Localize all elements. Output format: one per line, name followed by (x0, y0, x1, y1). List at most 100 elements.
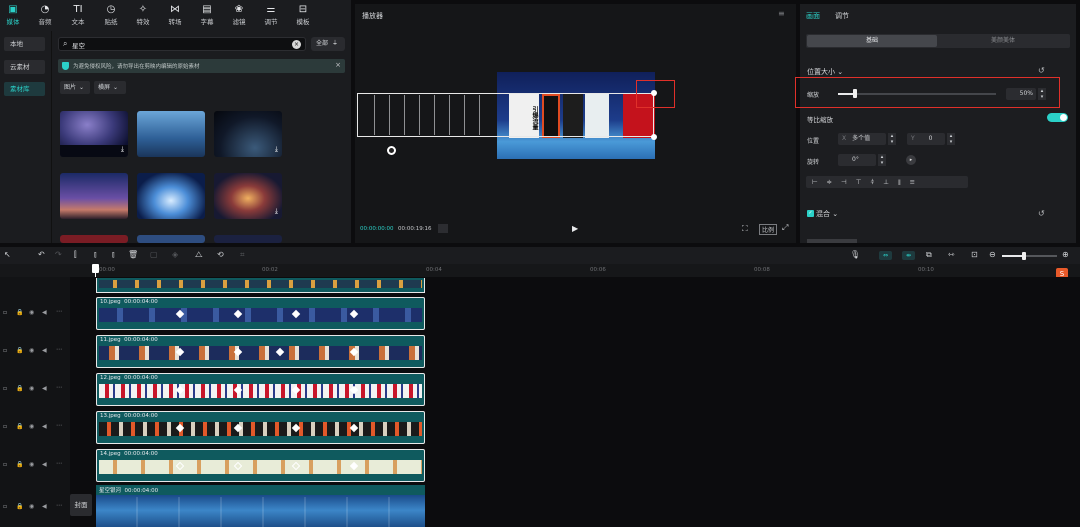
sidebar-item-cloud[interactable]: 云素材 (4, 60, 45, 74)
split-right-icon[interactable]: ⫾ (112, 250, 115, 260)
scale-stepper[interactable]: ▴ ▾ (1038, 88, 1046, 100)
timeline-clip[interactable]: 12.jpeg 00:00:04:00 (96, 373, 425, 406)
track-toggle-icon[interactable]: ▫ (3, 309, 7, 316)
cover-button[interactable]: 封面 (70, 494, 92, 516)
player-menu-icon[interactable]: ≡ (778, 9, 785, 18)
eye-icon[interactable]: ◉ (29, 385, 34, 392)
more-icon[interactable]: ⋯ (56, 422, 62, 429)
subtab-beauty[interactable]: 美颜美体 (938, 35, 1068, 47)
scale-slider-thumb[interactable] (853, 89, 857, 98)
filter-button[interactable]: 全部 ⏚ (311, 37, 345, 51)
lock-icon[interactable]: 🔒 (16, 385, 23, 392)
media-thumbnail[interactable] (214, 235, 282, 243)
blend-checkbox[interactable]: ✓ (807, 210, 814, 217)
crop-icon[interactable]: ⌗ (240, 250, 245, 260)
align-left-icon[interactable]: ⊢ (812, 178, 827, 186)
rotate-stepper[interactable]: ▴ ▾ (878, 154, 886, 166)
tool-adjust[interactable]: ⚌ 调节 (260, 4, 282, 26)
volume-icon[interactable]: ◀ (42, 503, 47, 510)
tab-picture[interactable]: 画面 (806, 11, 820, 21)
more-icon[interactable]: ⋯ (56, 502, 62, 509)
redo-icon[interactable]: ↷ (55, 250, 62, 259)
volume-icon[interactable]: ◀ (42, 423, 47, 430)
record-mic-icon[interactable]: 🎙 (850, 250, 860, 259)
reset-icon[interactable]: ↺ (1038, 209, 1045, 218)
eye-icon[interactable]: ◉ (29, 503, 34, 510)
link-icon[interactable]: ⧉ (926, 250, 932, 260)
sidebar-item-local[interactable]: 本地 (4, 37, 45, 51)
tool-text[interactable]: TI 文本 (67, 4, 89, 26)
ratio-button[interactable]: 比例 (759, 224, 778, 235)
lock-icon[interactable]: 🔒 (16, 461, 23, 468)
track-toggle-icon[interactable]: ▫ (3, 385, 7, 392)
tool-effects[interactable]: ✧ 特效 (132, 4, 154, 26)
undo-icon[interactable]: ↶ (38, 250, 45, 259)
align-right-icon[interactable]: ⊣ (841, 178, 856, 186)
split-left-icon[interactable]: ⫾ (94, 250, 97, 260)
more-icon[interactable]: ⋯ (56, 460, 62, 467)
eye-icon[interactable]: ◉ (29, 309, 34, 316)
tool-audio[interactable]: ◔ 音频 (34, 4, 56, 26)
main-track-clip[interactable]: 星空银河 00:00:04:00 (96, 485, 425, 527)
download-icon[interactable]: ⤓ (121, 145, 124, 154)
tool-filter[interactable]: ❀ 滤镜 (228, 4, 250, 26)
media-thumbnail[interactable]: ⤓ (214, 173, 282, 219)
track-toggle-icon[interactable]: ▫ (3, 423, 7, 430)
position-y-stepper[interactable]: ▴ ▾ (947, 133, 955, 145)
rotate-icon[interactable]: ⟲ (217, 250, 224, 259)
track-toggle-icon[interactable]: ▫ (3, 461, 7, 468)
tool-template[interactable]: ⊟ 模板 (292, 4, 314, 26)
uniform-scale-toggle[interactable] (1047, 113, 1068, 122)
media-thumbnail[interactable]: ⤓ (60, 111, 128, 157)
clear-search-icon[interactable]: × (292, 40, 301, 49)
more-icon[interactable]: ⋯ (56, 346, 62, 353)
select-tool-icon[interactable]: ↖ (4, 250, 11, 259)
tool-transition[interactable]: ⋈ 转场 (164, 4, 186, 26)
volume-icon[interactable]: ◀ (42, 309, 47, 316)
download-icon[interactable]: ⤓ (275, 145, 278, 154)
fullscreen-preview-icon[interactable]: ⛶ (742, 224, 748, 234)
link-main-track-icon[interactable]: ⇔ (879, 251, 892, 260)
volume-icon[interactable]: ◀ (42, 347, 47, 354)
rotate-handle[interactable] (387, 146, 396, 155)
distribute-v-icon[interactable]: ≡ (910, 178, 924, 186)
align-bottom-icon[interactable]: ⊥ (883, 178, 898, 186)
preview-axis-icon[interactable]: ⇿ (948, 250, 955, 259)
orientation-select[interactable]: 横屏 ⌄ (94, 81, 126, 94)
sidebar-item-library[interactable]: 素材库 (4, 82, 45, 96)
position-x-input[interactable]: X 多个值 (838, 133, 886, 145)
expand-icon[interactable]: ⤢ (782, 223, 788, 233)
eye-icon[interactable]: ◉ (29, 461, 34, 468)
media-thumbnail[interactable] (60, 173, 128, 219)
magnet-icon[interactable]: ⇹ (902, 251, 915, 260)
timeline-clip[interactable]: 10.jpeg 00:00:04:00 (96, 297, 425, 330)
reverse-icon[interactable]: ◈ (172, 250, 178, 259)
type-select[interactable]: 图片 ⌄ (60, 81, 90, 94)
align-top-icon[interactable]: ⊤ (856, 178, 871, 186)
close-notice-icon[interactable]: × (335, 61, 341, 69)
align-center-h-icon[interactable]: ≑ (827, 178, 841, 186)
zoom-out-icon[interactable]: ⊖ (989, 250, 996, 259)
reset-icon[interactable]: ↺ (1038, 66, 1045, 75)
rotate-dial-icon[interactable]: ▸ (906, 155, 916, 165)
distribute-h-icon[interactable]: ⫴ (898, 178, 910, 186)
tab-adjust[interactable]: 调节 (835, 11, 849, 21)
zoom-in-icon[interactable]: ⊕ (1062, 250, 1069, 259)
eye-icon[interactable]: ◉ (29, 423, 34, 430)
search-input[interactable]: 星空 (72, 40, 85, 50)
media-thumbnail[interactable] (60, 235, 128, 243)
split-icon[interactable]: ⫿ (74, 250, 77, 260)
scale-input[interactable]: 50% (1006, 88, 1036, 100)
timeline-clip[interactable]: 13.jpeg 00:00:04:00 (96, 411, 425, 444)
download-icon[interactable]: ⤓ (275, 207, 278, 216)
media-thumbnail[interactable] (137, 173, 205, 219)
freeze-icon[interactable]: ▢ (150, 250, 158, 259)
timeline-clip[interactable]: 11.jpeg 00:00:04:00 (96, 335, 425, 368)
search-box[interactable]: ⌕ 星空 × (58, 37, 306, 51)
rotate-input[interactable]: 0° (838, 154, 876, 166)
track-toggle-icon[interactable]: ▫ (3, 347, 7, 354)
media-thumbnail[interactable] (137, 235, 205, 243)
eye-icon[interactable]: ◉ (29, 347, 34, 354)
tool-sticker[interactable]: ◷ 贴纸 (100, 4, 122, 26)
scale-slider[interactable] (838, 93, 996, 95)
